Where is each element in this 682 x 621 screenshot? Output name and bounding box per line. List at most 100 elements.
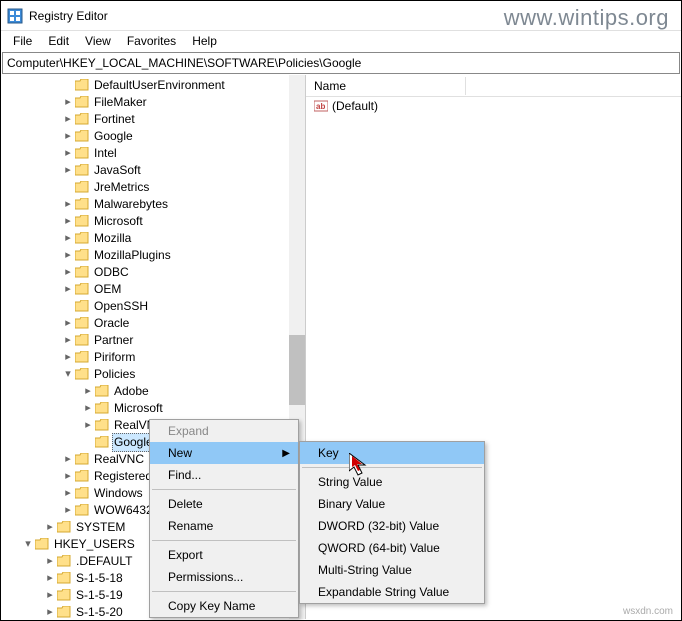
- tree-label: Piriform: [92, 349, 137, 366]
- submenu-expandable-string[interactable]: Expandable String Value: [300, 581, 484, 603]
- expand-toggle-icon[interactable]: ▸: [43, 570, 57, 587]
- tree-label: Mozilla: [92, 230, 133, 247]
- menu-bar[interactable]: File Edit View Favorites Help: [1, 31, 681, 51]
- tree-label: HKEY_USERS: [52, 536, 137, 553]
- tree-node[interactable]: OpenSSH: [1, 298, 305, 315]
- tree-label: JreMetrics: [92, 179, 151, 196]
- value-name: (Default): [332, 99, 378, 113]
- expand-toggle-icon[interactable]: ▾: [61, 366, 75, 383]
- tree-node[interactable]: ▸ Intel: [1, 145, 305, 162]
- expand-toggle-icon[interactable]: [61, 77, 75, 94]
- new-submenu[interactable]: Key String Value Binary Value DWORD (32-…: [299, 441, 485, 604]
- menu-file[interactable]: File: [5, 32, 40, 50]
- expand-toggle-icon[interactable]: ▸: [61, 281, 75, 298]
- tree-node[interactable]: ▸FileMaker: [1, 94, 305, 111]
- expand-toggle-icon[interactable]: ▸: [61, 502, 75, 519]
- tree-label: DefaultUserEnvironment: [92, 77, 227, 94]
- submenu-multi-string[interactable]: Multi-String Value: [300, 559, 484, 581]
- tree-label: Intel: [92, 145, 119, 162]
- expand-toggle-icon[interactable]: ▸: [43, 553, 57, 570]
- expand-toggle-icon[interactable]: ▸: [61, 230, 75, 247]
- expand-toggle-icon[interactable]: ▸: [61, 349, 75, 366]
- expand-toggle-icon[interactable]: ▾: [21, 536, 35, 553]
- tree-node[interactable]: ▸ Oracle: [1, 315, 305, 332]
- tree-node[interactable]: ▾Policies: [1, 366, 305, 383]
- tree-node[interactable]: ▸Microsoft: [1, 213, 305, 230]
- tree-node[interactable]: ▸Partner: [1, 332, 305, 349]
- menu-view[interactable]: View: [77, 32, 119, 50]
- expand-toggle-icon[interactable]: ▸: [61, 485, 75, 502]
- expand-toggle-icon[interactable]: ▸: [61, 468, 75, 485]
- tree-node[interactable]: DefaultUserEnvironment: [1, 77, 305, 94]
- tree-node[interactable]: JreMetrics: [1, 179, 305, 196]
- expand-toggle-icon[interactable]: ▸: [43, 587, 57, 604]
- menu-permissions[interactable]: Permissions...: [150, 566, 298, 588]
- expand-toggle-icon[interactable]: ▸: [61, 315, 75, 332]
- expand-toggle-icon[interactable]: ▸: [81, 400, 95, 417]
- expand-toggle-icon[interactable]: ▸: [43, 604, 57, 619]
- menu-find[interactable]: Find...: [150, 464, 298, 486]
- submenu-dword[interactable]: DWORD (32-bit) Value: [300, 515, 484, 537]
- tree-label: Oracle: [92, 315, 131, 332]
- column-name[interactable]: Name: [306, 77, 466, 95]
- menu-separator: [152, 489, 296, 490]
- scrollbar-track[interactable]: [289, 75, 305, 335]
- list-row-default[interactable]: ab (Default): [306, 97, 681, 115]
- submenu-string[interactable]: String Value: [300, 471, 484, 493]
- submenu-key[interactable]: Key: [300, 442, 484, 464]
- scrollbar-thumb[interactable]: [289, 335, 305, 405]
- menu-favorites[interactable]: Favorites: [119, 32, 184, 50]
- expand-toggle-icon[interactable]: ▸: [81, 417, 95, 434]
- menu-delete[interactable]: Delete: [150, 493, 298, 515]
- expand-toggle-icon[interactable]: ▸: [61, 196, 75, 213]
- expand-toggle-icon[interactable]: ▸: [61, 94, 75, 111]
- menu-expand[interactable]: Expand: [150, 420, 298, 442]
- tree-node[interactable]: ▸Microsoft: [1, 400, 305, 417]
- tree-label: Registered: [92, 468, 154, 485]
- tree-node[interactable]: ▸Fortinet: [1, 111, 305, 128]
- tree-label: Adobe: [112, 383, 151, 400]
- menu-new[interactable]: New▶: [150, 442, 298, 464]
- tree-node[interactable]: ▸ Mozilla: [1, 230, 305, 247]
- expand-toggle-icon[interactable]: ▸: [61, 451, 75, 468]
- tree-node[interactable]: ▸JavaSoft: [1, 162, 305, 179]
- tree-label: Malwarebytes: [92, 196, 170, 213]
- expand-toggle-icon[interactable]: ▸: [61, 247, 75, 264]
- tree-node[interactable]: ▸ Adobe: [1, 383, 305, 400]
- address-bar[interactable]: Computer\HKEY_LOCAL_MACHINE\SOFTWARE\Pol…: [2, 52, 680, 74]
- menu-help[interactable]: Help: [184, 32, 225, 50]
- expand-toggle-icon[interactable]: ▸: [61, 111, 75, 128]
- expand-toggle-icon[interactable]: ▸: [61, 332, 75, 349]
- expand-toggle-icon[interactable]: ▸: [81, 383, 95, 400]
- expand-toggle-icon[interactable]: ▸: [43, 519, 57, 536]
- expand-toggle-icon[interactable]: [61, 298, 75, 315]
- tree-node[interactable]: ▸Google: [1, 128, 305, 145]
- string-value-icon: ab: [314, 99, 328, 113]
- tree-label: OpenSSH: [92, 298, 150, 315]
- tree-label: WOW6432: [92, 502, 155, 519]
- menu-export[interactable]: Export: [150, 544, 298, 566]
- tree-label: S-1-5-20: [74, 604, 125, 619]
- tree-node[interactable]: ▸MozillaPlugins: [1, 247, 305, 264]
- menu-edit[interactable]: Edit: [40, 32, 77, 50]
- expand-toggle-icon[interactable]: ▸: [61, 162, 75, 179]
- expand-toggle-icon[interactable]: ▸: [61, 145, 75, 162]
- tree-node[interactable]: ▸OEM: [1, 281, 305, 298]
- context-menu[interactable]: Expand New▶ Find... Delete Rename Export…: [149, 419, 299, 618]
- tree-node[interactable]: ▸ ODBC: [1, 264, 305, 281]
- tree-node[interactable]: ▸ Piriform: [1, 349, 305, 366]
- expand-toggle-icon[interactable]: ▸: [61, 264, 75, 281]
- list-header[interactable]: Name: [306, 75, 681, 97]
- tree-node[interactable]: ▸ Malwarebytes: [1, 196, 305, 213]
- menu-copy-key-name[interactable]: Copy Key Name: [150, 595, 298, 617]
- svg-text:ab: ab: [316, 102, 325, 111]
- submenu-arrow-icon: ▶: [282, 448, 290, 459]
- submenu-binary[interactable]: Binary Value: [300, 493, 484, 515]
- expand-toggle-icon[interactable]: [81, 434, 95, 451]
- expand-toggle-icon[interactable]: ▸: [61, 128, 75, 145]
- menu-rename[interactable]: Rename: [150, 515, 298, 537]
- expand-toggle-icon[interactable]: ▸: [61, 213, 75, 230]
- expand-toggle-icon[interactable]: [61, 179, 75, 196]
- submenu-qword[interactable]: QWORD (64-bit) Value: [300, 537, 484, 559]
- tree-label: ODBC: [92, 264, 131, 281]
